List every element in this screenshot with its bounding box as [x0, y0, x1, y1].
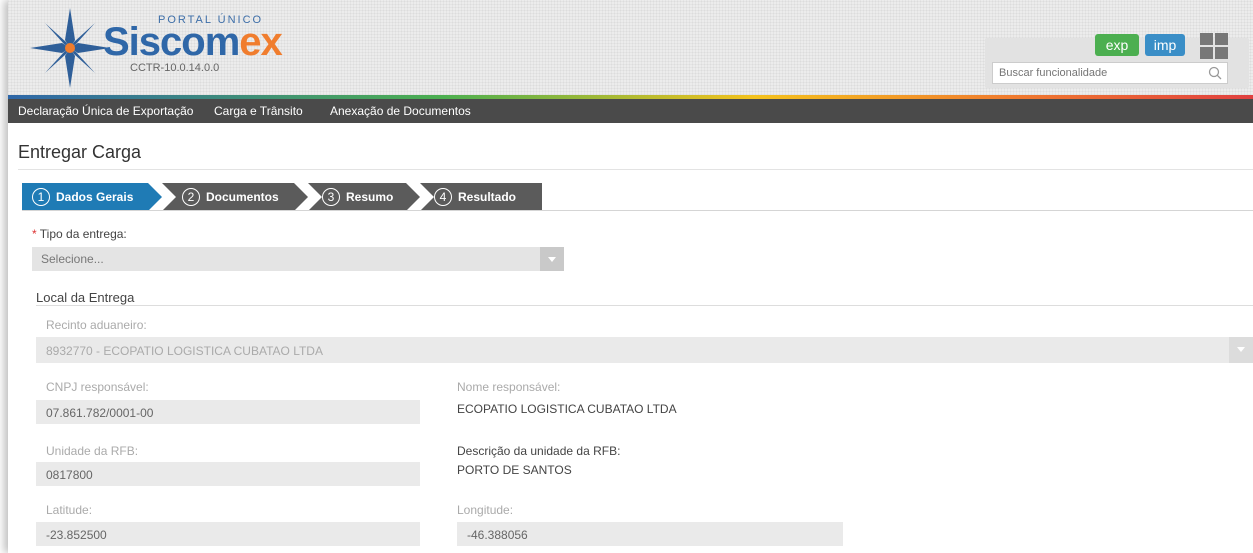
- descricao-value: PORTO DE SANTOS: [457, 463, 572, 477]
- longitude-label: Longitude:: [457, 503, 514, 517]
- unidade-label: Unidade da RFB:: [46, 444, 139, 458]
- step-documentos[interactable]: 2 Documentos: [162, 183, 308, 211]
- app-window: PORTAL ÚNICO Siscomex CCTR-10.0.14.0.0 e…: [8, 0, 1253, 553]
- tipo-entrega-select[interactable]: Selecione...: [32, 247, 564, 271]
- search-icon[interactable]: [1207, 65, 1223, 81]
- exp-button[interactable]: exp: [1095, 34, 1139, 56]
- step-number: 2: [182, 188, 200, 206]
- recinto-value: 8932770 - ECOPATIO LOGISTICA CUBATAO LTD…: [46, 344, 323, 358]
- descricao-label: Descrição da unidade da RFB:: [457, 444, 621, 458]
- step-resumo[interactable]: 3 Resumo: [308, 183, 420, 211]
- search-box: [992, 62, 1228, 84]
- caret-down-icon[interactable]: [540, 247, 564, 271]
- title-divider: [18, 169, 1253, 170]
- step-label: Dados Gerais: [56, 190, 134, 204]
- imp-button[interactable]: imp: [1145, 34, 1185, 56]
- latitude-value: -23.852500: [46, 528, 107, 542]
- longitude-field: -46.388056: [457, 522, 843, 546]
- step-number: 3: [322, 188, 340, 206]
- search-input[interactable]: [993, 64, 1205, 82]
- nome-label: Nome responsável:: [457, 380, 561, 394]
- recinto-select: 8932770 - ECOPATIO LOGISTICA CUBATAO LTD…: [36, 337, 1253, 363]
- unidade-field: 0817800: [36, 462, 420, 486]
- brand-name-b: ex: [239, 20, 282, 64]
- step-label: Documentos: [206, 190, 279, 204]
- cnpj-label: CNPJ responsável:: [46, 380, 149, 394]
- step-number: 4: [434, 188, 452, 206]
- header: PORTAL ÚNICO Siscomex CCTR-10.0.14.0.0 e…: [8, 0, 1253, 95]
- recinto-label: Recinto aduaneiro:: [46, 318, 147, 332]
- step-label: Resultado: [458, 190, 517, 204]
- section-divider: [36, 305, 1253, 306]
- step-label: Resumo: [346, 190, 394, 204]
- step-number: 1: [32, 188, 50, 206]
- unidade-value: 0817800: [46, 468, 93, 482]
- step-resultado[interactable]: 4 Resultado: [420, 183, 542, 211]
- nav-item-due[interactable]: Declaração Única de Exportação: [18, 99, 193, 123]
- nav-item-anexacao[interactable]: Anexação de Documentos: [330, 99, 471, 123]
- brand-name-a: Siscom: [103, 20, 240, 64]
- apps-grid-icon[interactable]: [1200, 33, 1228, 59]
- tipo-entrega-label-text: Tipo da entrega:: [39, 227, 127, 241]
- cnpj-field: 07.861.782/0001-00: [36, 400, 420, 424]
- latitude-label: Latitude:: [46, 503, 93, 517]
- nav-item-carga-transito[interactable]: Carga e Trânsito: [214, 99, 303, 123]
- tipo-entrega-label: * Tipo da entrega:: [32, 227, 127, 241]
- local-entrega-title: Local da Entrega: [36, 290, 135, 305]
- version-label: CCTR-10.0.14.0.0: [130, 62, 220, 74]
- nome-value: ECOPATIO LOGISTICA CUBATAO LTDA: [457, 402, 677, 416]
- tipo-entrega-value: Selecione...: [41, 252, 104, 266]
- page-title: Entregar Carga: [18, 142, 142, 162]
- required-mark: *: [32, 227, 37, 241]
- steps-divider: [22, 210, 1253, 211]
- main-nav: Declaração Única de Exportação Carga e T…: [8, 99, 1253, 123]
- longitude-value: -46.388056: [467, 528, 528, 542]
- brand-name: Siscomex: [103, 20, 283, 65]
- caret-down-icon: [1229, 337, 1253, 363]
- cnpj-value: 07.861.782/0001-00: [46, 406, 154, 420]
- latitude-field: -23.852500: [36, 522, 420, 546]
- step-dados-gerais[interactable]: 1 Dados Gerais: [22, 183, 162, 211]
